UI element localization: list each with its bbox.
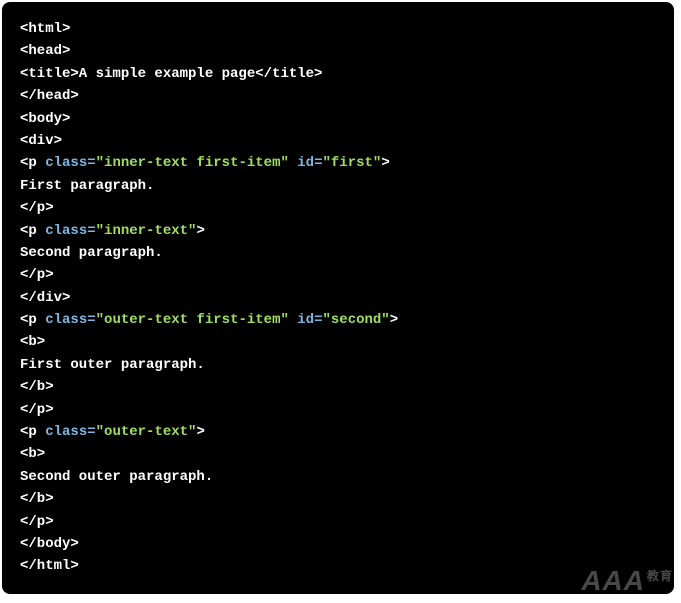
code-token: "inner-text" (96, 223, 197, 239)
code-token: "first" (323, 155, 382, 171)
code-line: </p> (20, 511, 656, 533)
code-token: </b> (20, 379, 54, 395)
code-block: <html> <head> <title>A simple example page… (2, 2, 674, 594)
code-line: </p> (20, 399, 656, 421)
code-line: <b> (20, 331, 656, 353)
code-token: > (381, 155, 389, 171)
code-token: "outer-text first-item" (96, 312, 289, 328)
code-token: class (45, 424, 87, 440)
code-token: > (196, 223, 204, 239)
code-token: <html> (20, 21, 70, 37)
code-token: </p> (20, 267, 54, 283)
code-token: <title>A simple example page</title> (20, 66, 322, 82)
code-token: <body> (20, 111, 70, 127)
code-token: <p (20, 424, 45, 440)
code-token: </head> (20, 88, 79, 104)
code-token: First outer paragraph. (20, 357, 205, 373)
code-token: <b> (20, 446, 45, 462)
code-line: <p class="inner-text"> (20, 220, 656, 242)
code-token: <p (20, 312, 45, 328)
code-line: Second outer paragraph. (20, 466, 656, 488)
code-token: </body> (20, 536, 79, 552)
code-token: "second" (323, 312, 390, 328)
code-line: <p class="outer-text first-item" id="sec… (20, 309, 656, 331)
code-token: </div> (20, 290, 70, 306)
code-line: First paragraph. (20, 175, 656, 197)
code-line: <p class="outer-text"> (20, 421, 656, 443)
code-token: = (87, 155, 95, 171)
code-line: </head> (20, 85, 656, 107)
code-line: <body> (20, 108, 656, 130)
code-line: <div> (20, 130, 656, 152)
code-line: Second paragraph. (20, 242, 656, 264)
code-token: </html> (20, 558, 79, 574)
code-token: <head> (20, 43, 70, 59)
code-token: = (87, 312, 95, 328)
code-token: Second outer paragraph. (20, 469, 213, 485)
code-token: <p (20, 155, 45, 171)
code-line: </div> (20, 287, 656, 309)
code-token: = (87, 223, 95, 239)
code-token: = (87, 424, 95, 440)
code-line: <b> (20, 443, 656, 465)
code-token: class (45, 155, 87, 171)
code-token: "inner-text first-item" (96, 155, 289, 171)
code-token: class (45, 223, 87, 239)
code-token: </p> (20, 514, 54, 530)
code-line: </b> (20, 488, 656, 510)
code-token: class (45, 312, 87, 328)
code-line: <p class="inner-text first-item" id="fir… (20, 152, 656, 174)
code-token: <p (20, 223, 45, 239)
code-line: </html> (20, 555, 656, 577)
code-line: First outer paragraph. (20, 354, 656, 376)
code-token: = (314, 155, 322, 171)
code-token: </p> (20, 402, 54, 418)
code-line: <html> (20, 18, 656, 40)
code-token: </p> (20, 200, 54, 216)
code-line: </p> (20, 264, 656, 286)
code-token: First paragraph. (20, 178, 154, 194)
code-token: Second paragraph. (20, 245, 163, 261)
code-line: </p> (20, 197, 656, 219)
code-token: = (314, 312, 322, 328)
code-token: id (297, 312, 314, 328)
code-line: </b> (20, 376, 656, 398)
code-line: <head> (20, 40, 656, 62)
code-token: <b> (20, 334, 45, 350)
code-token: </b> (20, 491, 54, 507)
code-token: > (196, 424, 204, 440)
code-token: id (297, 155, 314, 171)
code-line: </body> (20, 533, 656, 555)
code-token: <div> (20, 133, 62, 149)
code-line: <title>A simple example page</title> (20, 63, 656, 85)
code-token: > (390, 312, 398, 328)
code-token: "outer-text" (96, 424, 197, 440)
